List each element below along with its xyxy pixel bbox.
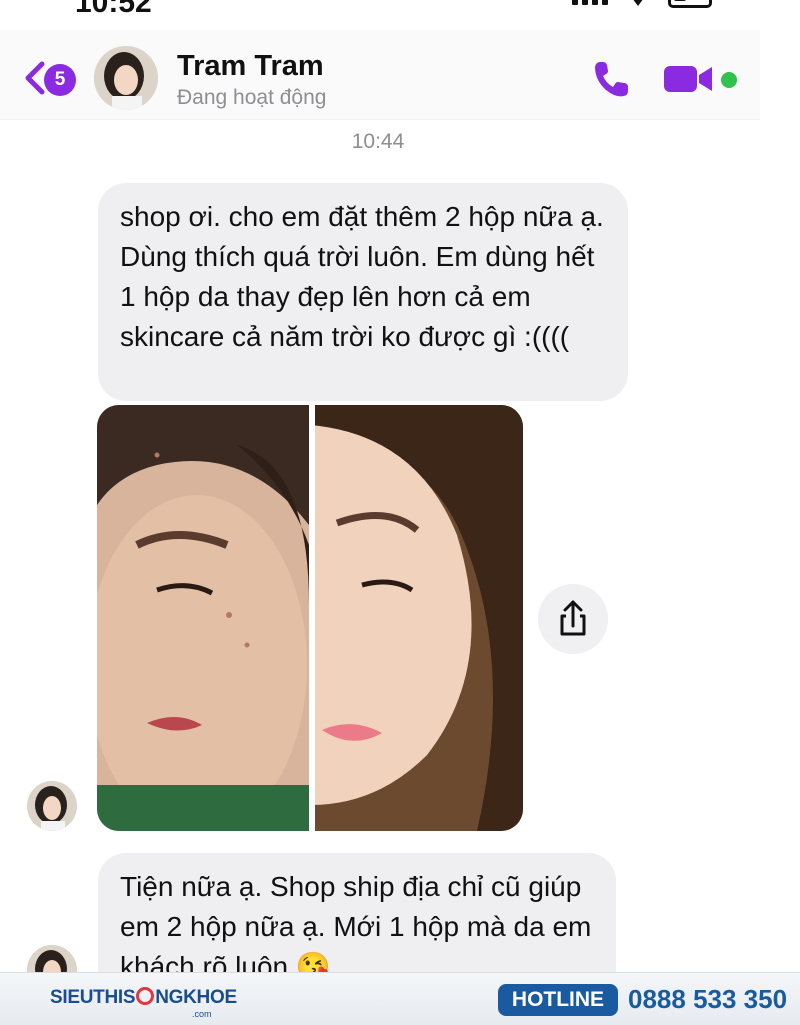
hotline-number: 0888 533 350: [628, 984, 788, 1014]
share-icon[interactable]: [538, 584, 608, 654]
unread-badge[interactable]: 5: [44, 64, 76, 96]
signal-icon: [572, 0, 608, 5]
sender-avatar[interactable]: [27, 781, 77, 831]
chat-header: 5 Tram Tram Đang hoạt động: [0, 30, 760, 120]
brand-domain: .com: [192, 1009, 212, 1019]
logo-o-icon: [136, 987, 155, 1005]
hotline-label: HOTLINE: [498, 984, 618, 1016]
video-camera-icon[interactable]: [664, 64, 714, 94]
battery-icon: [668, 0, 712, 8]
phone-icon[interactable]: [590, 58, 632, 100]
wifi-icon: [633, 0, 643, 6]
contact-name[interactable]: Tram Tram: [177, 50, 324, 83]
brand-logo: SIEUTHIS NGKHOE: [50, 987, 237, 1008]
before-after-photo[interactable]: [97, 405, 523, 831]
contact-status: Đang hoạt động: [177, 86, 327, 109]
contact-avatar[interactable]: [94, 46, 158, 110]
status-time: 10:52: [75, 0, 152, 19]
online-indicator: [721, 72, 737, 88]
message-bubble[interactable]: shop ơi. cho em đặt thêm 2 hộp nữa ạ. Dù…: [98, 183, 628, 401]
brand-footer: SIEUTHIS NGKHOE .com HOTLINE 0888 533 350: [0, 972, 800, 1025]
message-timestamp: 10:44: [351, 130, 405, 153]
